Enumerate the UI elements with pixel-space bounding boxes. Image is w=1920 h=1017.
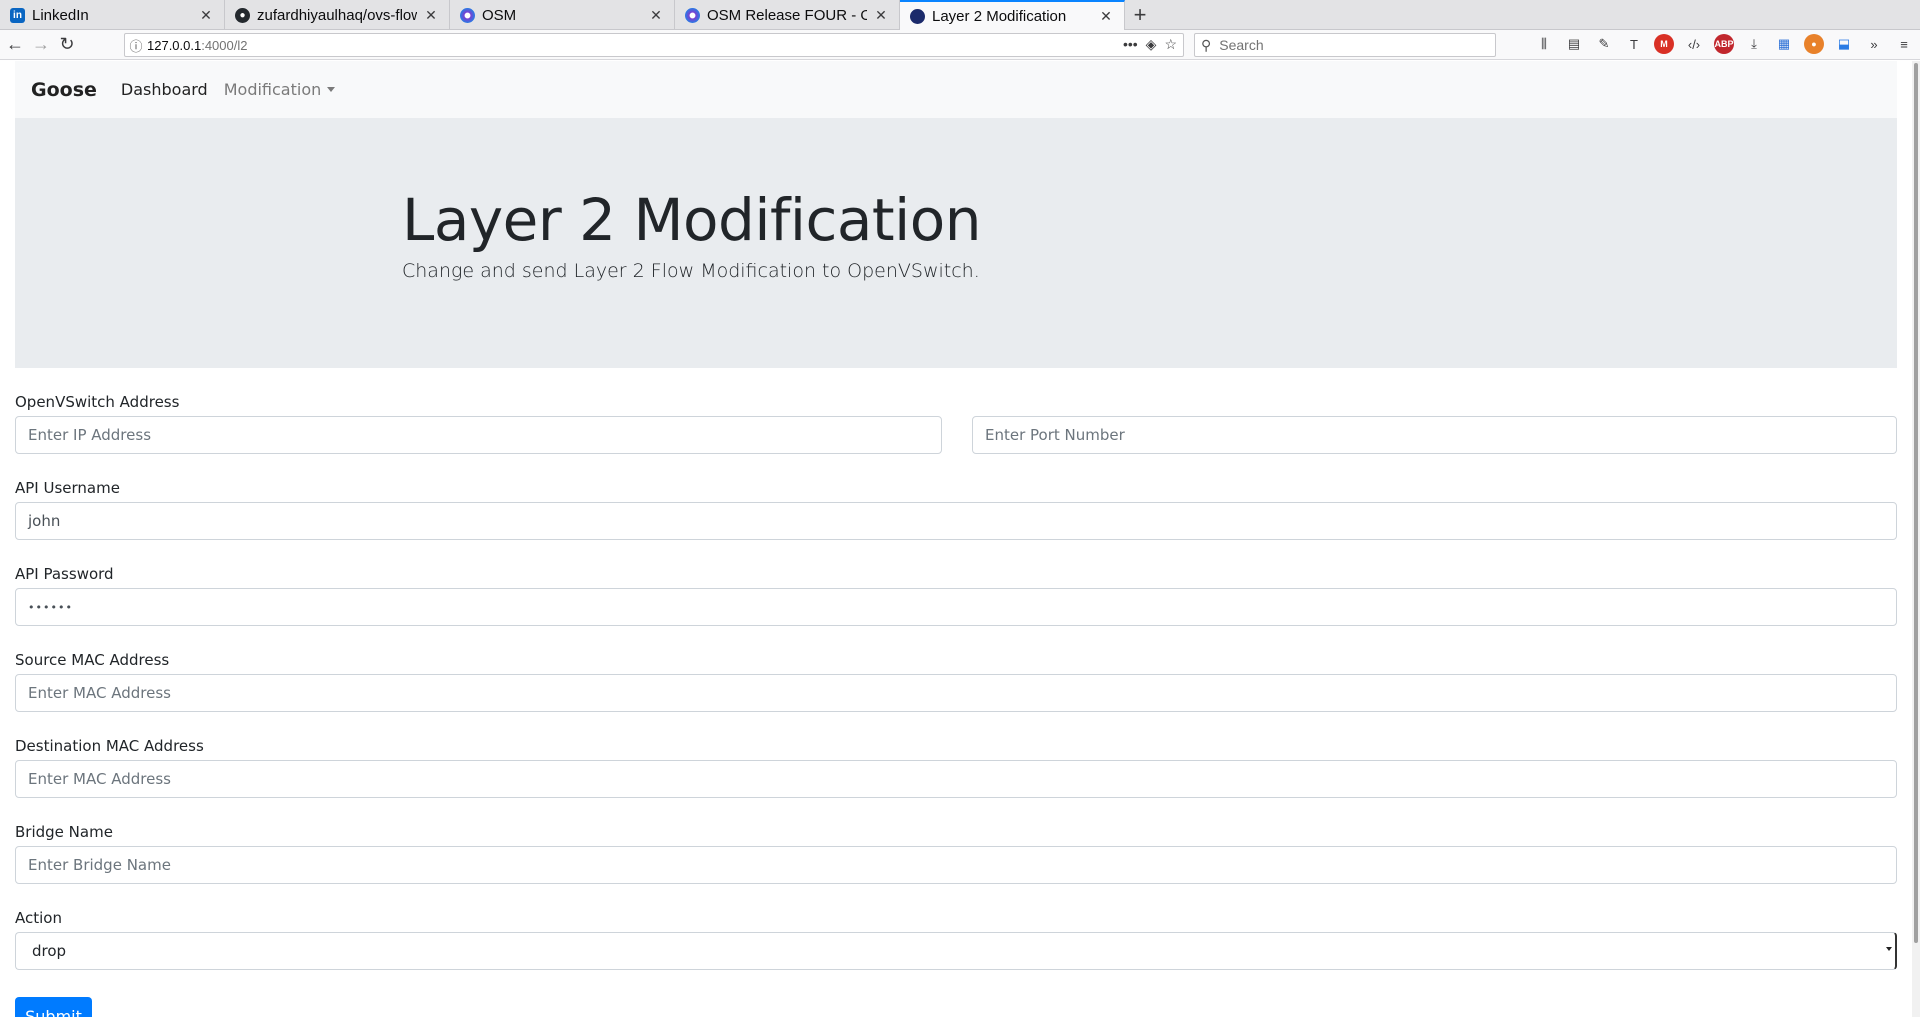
close-icon[interactable]: ✕ [1098,8,1114,25]
nav-modification-label: Modification [223,80,322,99]
info-icon[interactable]: ⓘ [125,36,147,55]
ovs-address-label: OpenVSwitch Address [15,393,180,411]
forward-icon[interactable]: → [28,32,54,58]
chevron-down-icon [327,87,336,92]
action-selected-value: drop [32,942,67,960]
extension-orange-icon[interactable]: ● [1804,34,1824,54]
download-icon[interactable]: ⤓ [1744,34,1764,54]
bridge-name-input[interactable]: Enter Bridge Name [15,846,1897,884]
url-bar[interactable]: ⓘ 127.0.0.1:4000/l2 ••• ◈ ☆ [124,33,1184,57]
tab-github[interactable]: ● zufardhiyaulhaq/ovs-flow ✕ [225,0,450,30]
page-actions-icon[interactable]: ••• [1123,36,1138,53]
page-scrollbar[interactable] [1912,61,1920,1017]
search-icon: ⚲ [1201,36,1212,53]
close-icon[interactable]: ✕ [873,7,889,23]
search-placeholder: Search [1219,37,1264,53]
new-tab-button[interactable]: + [1125,0,1155,30]
page-title: Layer 2 Modification [402,186,982,254]
grid-icon[interactable]: ▦ [1774,34,1794,54]
bookmark-star-icon[interactable]: ☆ [1164,36,1177,53]
password-value: •••••• [28,600,73,614]
tab-osm[interactable]: OSM ✕ [450,0,675,30]
eyedropper-icon[interactable]: ✎ [1594,34,1614,54]
port-number-placeholder: Enter Port Number [985,426,1125,444]
code-icon[interactable]: ‹/› [1684,34,1704,54]
nav-modification-dropdown[interactable]: Modification [224,80,336,99]
submit-button[interactable]: Submit [15,997,92,1017]
sidebar-icon[interactable]: ▤ [1564,34,1584,54]
tab-title: OSM [482,6,517,24]
tab-title: Layer 2 Modification [932,8,1067,25]
password-label: API Password [15,565,114,583]
osm-icon [685,7,700,23]
hero: Layer 2 Modification Change and send Lay… [15,118,1897,368]
scrollbar-thumb[interactable] [1914,63,1918,943]
tab-title: OSM Release FOUR - OSM [707,6,867,24]
source-mac-input[interactable]: Enter MAC Address [15,674,1897,712]
destination-mac-label: Destination MAC Address [15,737,204,755]
page-lead: Change and send Layer 2 Flow Modificatio… [402,260,980,282]
username-input[interactable]: john [15,502,1897,540]
app-navbar: Goose Dashboard Modification [15,61,1897,118]
action-label: Action [15,909,62,927]
browser-toolbar: ← → ↻ ⓘ 127.0.0.1:4000/l2 ••• ◈ ☆ ⚲ Sear… [0,30,1920,60]
tab-strip: in LinkedIn ✕ ● zufardhiyaulhaq/ovs-flow… [0,0,1920,31]
osm-icon [460,7,475,23]
username-label: API Username [15,479,120,497]
page-icon [910,9,925,24]
search-bar[interactable]: ⚲ Search [1194,33,1496,57]
tab-osm-release[interactable]: OSM Release FOUR - OSM ✕ [675,0,900,30]
bridge-name-label: Bridge Name [15,823,113,841]
tab-linkedin[interactable]: in LinkedIn ✕ [0,0,225,30]
tab-title: zufardhiyaulhaq/ovs-flow [257,6,417,24]
extension-m-icon[interactable]: M [1654,34,1674,54]
save-icon[interactable]: ⬓ [1834,34,1854,54]
brand-link[interactable]: Goose [31,79,97,101]
destination-mac-input[interactable]: Enter MAC Address [15,760,1897,798]
adblock-icon[interactable]: ABP [1714,34,1734,54]
bridge-name-placeholder: Enter Bridge Name [28,856,171,874]
ip-address-input[interactable]: Enter IP Address [15,416,942,454]
back-icon[interactable]: ← [2,32,28,58]
tab-layer2[interactable]: Layer 2 Modification ✕ [900,0,1125,31]
source-mac-label: Source MAC Address [15,651,170,669]
page-viewport: Goose Dashboard Modification Layer 2 Mod… [0,61,1920,1017]
username-value: john [28,512,61,530]
password-input[interactable]: •••••• [15,588,1897,626]
menu-icon[interactable]: ≡ [1894,34,1914,54]
close-icon[interactable]: ✕ [648,7,664,23]
overflow-icon[interactable]: » [1864,34,1884,54]
close-icon[interactable]: ✕ [198,7,214,23]
ip-address-placeholder: Enter IP Address [28,426,152,444]
source-mac-placeholder: Enter MAC Address [28,684,171,702]
url-host: 127.0.0.1 [147,37,202,53]
github-icon: ● [235,7,250,23]
url-path: :4000/l2 [201,37,248,53]
destination-mac-placeholder: Enter MAC Address [28,770,171,788]
toolbar-icons: ⫼ ▤ ✎ T M ‹/› ABP ⤓ ▦ ● ⬓ » ≡ [1534,34,1914,54]
port-number-input[interactable]: Enter Port Number [972,416,1897,454]
nav-dashboard[interactable]: Dashboard [121,80,208,99]
action-select[interactable]: drop [15,932,1897,970]
chevron-down-icon [1886,947,1892,951]
library-icon[interactable]: ⫼ [1534,34,1554,54]
tab-title: LinkedIn [32,6,89,24]
linkedin-icon: in [10,7,25,23]
reload-icon[interactable]: ↻ [54,32,80,58]
text-icon[interactable]: T [1624,34,1644,54]
pocket-icon[interactable]: ◈ [1146,36,1157,53]
close-icon[interactable]: ✕ [423,7,439,23]
